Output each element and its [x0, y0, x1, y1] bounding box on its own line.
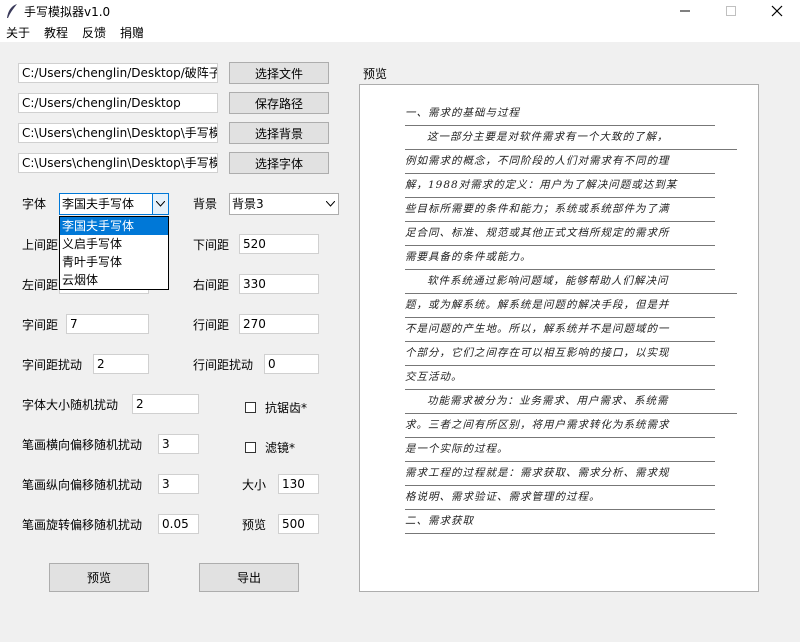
char-spacing-label: 字间距: [22, 318, 59, 332]
close-button[interactable]: [754, 0, 800, 22]
font-label: 字体: [22, 197, 47, 211]
size-label: 大小: [242, 478, 267, 492]
char-spacing-jitter-input[interactable]: 2: [93, 354, 149, 374]
menu-feedback[interactable]: 反馈: [82, 24, 106, 41]
right-margin-input[interactable]: 330: [239, 274, 319, 294]
preview-size-label: 预览: [242, 518, 267, 532]
char-spacing-jitter-label: 字间距扰动: [22, 358, 83, 372]
background-select[interactable]: 背景3: [229, 193, 339, 215]
preview-text-line: 足合同、标准、规范或其他正式文档所规定的需求所: [405, 221, 715, 246]
minimize-button[interactable]: [662, 0, 708, 22]
minimize-icon: [680, 10, 690, 12]
preview-panel: 一、需求的基础与过程 这一部分主要是对软件需求有一个大致的了解， 例如需求的概念，不…: [359, 84, 759, 592]
menu-donate[interactable]: 捐赠: [120, 24, 144, 41]
font-option-qy[interactable]: 青叶手写体: [60, 253, 168, 271]
stroke-v-jitter-label: 笔画纵向偏移随机扰动: [22, 478, 143, 492]
font-option-yy[interactable]: 云烟体: [60, 271, 168, 289]
preview-text-line: 需求工程的过程就是：需求获取、需求分析、需求规: [405, 461, 715, 486]
background-path-field[interactable]: C:\Users\chenglin\Desktop\手写模: [18, 123, 218, 143]
font-size-jitter-label: 字体大小随机扰动: [22, 398, 119, 412]
choose-file-button[interactable]: 选择文件: [229, 62, 329, 84]
font-size-jitter-input[interactable]: 2: [132, 394, 199, 414]
save-path-button[interactable]: 保存路径: [229, 92, 329, 114]
size-input[interactable]: 130: [278, 474, 319, 494]
preview-text-line: 题，或为解系统。解系统是问题的解决手段，但是并: [405, 293, 715, 318]
preview-text-line: 解，1988对需求的定义：用户为了解决问题或达到某: [405, 173, 715, 198]
preview-text-line: 不是问题的产生地。所以，解系统并不是问题域的一: [405, 317, 715, 342]
bottom-margin-label: 下间距: [193, 238, 230, 252]
preview-text-line: 格说明、需求验证、需求管理的过程。: [405, 485, 715, 510]
maximize-button[interactable]: [708, 0, 754, 22]
preview-text-line: 软件系统通过影响问题域，能够帮助人们解决问: [405, 269, 737, 294]
background-select-value: 背景3: [232, 197, 264, 211]
top-margin-label: 上间距: [22, 238, 59, 252]
antialias-label: 抗锯齿*: [265, 401, 308, 415]
stroke-rot-jitter-input[interactable]: 0.05: [158, 514, 199, 534]
bottom-margin-input[interactable]: 520: [239, 234, 319, 254]
left-margin-label: 左间距: [22, 278, 59, 292]
file-path-field[interactable]: C:/Users/chenglin/Desktop/破阵子: [18, 63, 218, 83]
maximize-icon: [726, 6, 736, 16]
font-select-value: 李国夫手写体: [62, 197, 135, 211]
line-spacing-input[interactable]: 270: [239, 314, 319, 334]
preview-text-line: 这一部分主要是对软件需求有一个大致的了解，: [405, 125, 737, 150]
stroke-v-jitter-input[interactable]: 3: [158, 474, 199, 494]
font-path-field[interactable]: C:\Users\chenglin\Desktop\手写模: [18, 153, 218, 173]
stroke-rot-jitter-label: 笔画旋转偏移随机扰动: [22, 518, 143, 532]
preview-text-line: 个部分，它们之间存在可以相互影响的接口，以实现: [405, 341, 715, 366]
export-button[interactable]: 导出: [199, 563, 299, 592]
menu-tutorial[interactable]: 教程: [44, 24, 68, 41]
save-path-field[interactable]: C:/Users/chenglin/Desktop: [18, 93, 218, 113]
preview-label: 预览: [363, 67, 388, 81]
stroke-h-jitter-label: 笔画横向偏移随机扰动: [22, 438, 143, 452]
chevron-down-icon[interactable]: [152, 194, 168, 214]
background-label: 背景: [193, 197, 218, 211]
filter-checkbox[interactable]: [245, 442, 256, 453]
choose-font-button[interactable]: 选择字体: [229, 152, 329, 174]
preview-text-line: 交互活动。: [405, 365, 715, 390]
font-select[interactable]: 李国夫手写体: [59, 193, 169, 215]
window-title: 手写模拟器v1.0: [24, 5, 111, 19]
preview-text-line: 二、需求获取: [405, 509, 715, 534]
preview-text-line: 功能需求被分为：业务需求、用户需求、系统需: [405, 389, 737, 414]
font-option-lgf[interactable]: 李国夫手写体: [60, 217, 168, 235]
filter-label: 滤镜*: [265, 441, 296, 455]
preview-size-input[interactable]: 500: [278, 514, 319, 534]
preview-text-line: 需要具备的条件或能力。: [405, 245, 715, 270]
preview-button[interactable]: 预览: [49, 563, 149, 592]
menu-about[interactable]: 关于: [6, 24, 30, 41]
line-spacing-label: 行间距: [193, 318, 230, 332]
right-margin-label: 右间距: [193, 278, 230, 292]
choose-background-button[interactable]: 选择背景: [229, 122, 329, 144]
font-option-yq[interactable]: 义启手写体: [60, 235, 168, 253]
stroke-h-jitter-input[interactable]: 3: [158, 434, 199, 454]
preview-text-line: 例如需求的概念，不同阶段的人们对需求有不同的理: [405, 149, 715, 174]
char-spacing-input[interactable]: 7: [66, 314, 149, 334]
preview-text-line: 求。三者之间有所区别，将用户需求转化为系统需求: [405, 413, 715, 438]
line-spacing-jitter-input[interactable]: 0: [264, 354, 319, 374]
preview-text-line: 是一个实际的过程。: [405, 437, 715, 462]
font-dropdown-list: 李国夫手写体 义启手写体 青叶手写体 云烟体: [59, 216, 169, 290]
antialias-checkbox[interactable]: [245, 402, 256, 413]
feather-icon: [7, 4, 17, 18]
preview-text-line: 些目标所需要的条件和能力；系统或系统部件为了满: [405, 197, 715, 222]
preview-text-line: 一、需求的基础与过程: [405, 101, 715, 126]
close-icon: [771, 5, 783, 17]
line-spacing-jitter-label: 行间距扰动: [193, 358, 254, 372]
chevron-down-icon[interactable]: [322, 194, 338, 214]
